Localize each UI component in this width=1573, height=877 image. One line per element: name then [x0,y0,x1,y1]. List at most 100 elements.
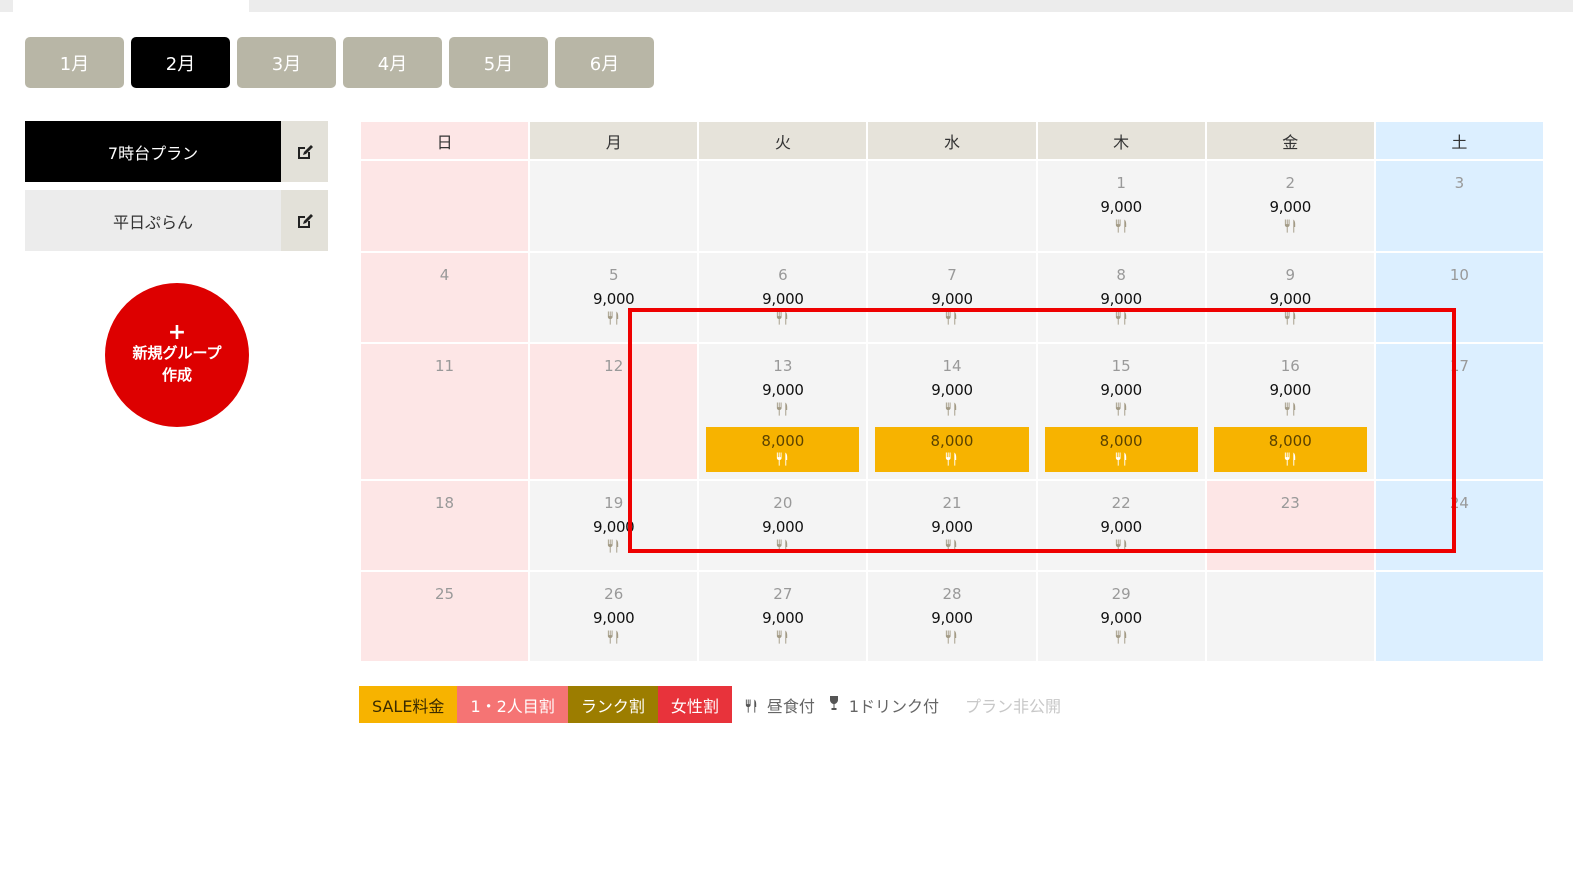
calendar-day-cell[interactable]: 23 [1206,481,1374,570]
weekday-fri: 金 [1206,122,1374,159]
legend: SALE料金 1・2人目割 ランク割 女性割 昼食付 1ドリンク付 プラン非公開 [359,686,1061,723]
sale-price-box[interactable]: 8,000 [706,427,860,472]
day-number [1376,585,1543,603]
day-price[interactable]: 9,000 [699,290,866,308]
calendar-day-cell[interactable]: 7 9,000 [868,253,1036,342]
month-tab-3[interactable]: 3月 [237,37,336,88]
calendar-day-cell[interactable]: 29 9,000 [1037,572,1205,661]
day-price[interactable]: 9,000 [1207,290,1374,308]
day-price[interactable]: 9,000 [1038,198,1205,216]
day-price[interactable]: 9,000 [1038,290,1205,308]
calendar-day-cell[interactable]: 13 9,000 8,000 [699,344,867,479]
wine-glass-icon [827,695,841,715]
calendar-day-cell[interactable]: 27 9,000 [699,572,867,661]
day-price[interactable]: 9,000 [868,381,1035,399]
calendar-day-cell [868,161,1036,251]
calendar-day-cell[interactable]: 11 [361,344,529,479]
month-tab-1[interactable]: 1月 [25,37,124,88]
day-price[interactable]: 9,000 [530,518,697,536]
new-group-button[interactable]: + 新規グループ 作成 [105,283,249,427]
calendar-day-cell[interactable]: 18 [361,481,529,570]
weekday-mon: 月 [530,122,698,159]
day-number: 23 [1280,494,1300,512]
sale-price-box[interactable]: 8,000 [1213,427,1367,472]
day-number: 1 [1116,174,1126,192]
fork-knife-icon [1114,450,1129,468]
fork-knife-icon [1207,308,1374,326]
day-price[interactable]: 9,000 [699,609,866,627]
day-number: 12 [604,357,624,375]
calendar-day-cell[interactable]: 21 9,000 [868,481,1036,570]
day-number [530,174,697,192]
day-price[interactable]: 9,000 [530,609,697,627]
month-tab-6[interactable]: 6月 [555,37,654,88]
calendar-day-cell[interactable]: 26 9,000 [530,572,698,661]
sale-price-box[interactable]: 8,000 [875,427,1029,472]
edit-button[interactable] [281,190,328,251]
calendar-day-cell[interactable]: 8 9,000 [1037,253,1205,342]
plan-name[interactable]: 7時台プラン [25,121,281,182]
day-price[interactable]: 9,000 [530,290,697,308]
calendar-week-row: 18 19 9,000 20 9,000 21 9,000 22 9,000 23 24 [361,481,1543,570]
calendar-day-cell[interactable]: 1 9,000 [1037,161,1205,251]
fork-knife-icon [1283,450,1298,468]
calendar-day-cell[interactable]: 19 9,000 [530,481,698,570]
day-number: 15 [1111,357,1131,375]
calendar-day-cell[interactable]: 24 [1375,481,1543,570]
month-tab-5[interactable]: 5月 [449,37,548,88]
day-number: 3 [1454,174,1465,192]
calendar-day-cell[interactable]: 16 9,000 8,000 [1206,344,1374,479]
calendar-day-cell[interactable]: 17 [1375,344,1543,479]
calendar-day-cell[interactable]: 12 [530,344,698,479]
calendar-week-row: 4 5 9,000 6 9,000 7 9,000 8 9,000 9 9,000 10 [361,253,1543,342]
calendar-day-cell[interactable]: 25 [361,572,529,661]
calendar-day-cell[interactable]: 5 9,000 [530,253,698,342]
day-price[interactable]: 9,000 [1038,518,1205,536]
calendar-day-cell [530,161,698,251]
month-tab-4[interactable]: 4月 [343,37,442,88]
day-price[interactable]: 9,000 [1207,381,1374,399]
day-number: 25 [435,585,455,603]
fork-knife-icon [1038,536,1205,554]
sale-price-box[interactable]: 8,000 [1044,427,1198,472]
month-tab-2[interactable]: 2月 [131,37,230,88]
legend-lunch: 昼食付 [744,693,815,717]
day-number: 5 [608,266,619,284]
plan-name[interactable]: 平日ぷらん [25,190,281,251]
day-price[interactable]: 9,000 [1207,198,1374,216]
calendar-day-cell[interactable]: 9 9,000 [1206,253,1374,342]
calendar-day-cell[interactable]: 3 [1375,161,1543,251]
sale-price: 8,000 [761,431,805,450]
weekday-sun: 日 [361,122,529,159]
calendar-week-row: 1 9,000 2 9,000 3 [361,161,1543,251]
edit-button[interactable] [281,121,328,182]
day-number: 11 [435,357,455,375]
fork-knife-icon [1207,399,1374,417]
day-price[interactable]: 9,000 [1038,381,1205,399]
day-price[interactable]: 9,000 [699,518,866,536]
day-price[interactable]: 9,000 [868,290,1035,308]
calendar-day-cell[interactable]: 4 [361,253,529,342]
calendar-day-cell[interactable]: 22 9,000 [1037,481,1205,570]
day-price[interactable]: 9,000 [868,609,1035,627]
day-price[interactable]: 9,000 [868,518,1035,536]
day-price[interactable]: 9,000 [1038,609,1205,627]
fork-knife-icon [530,308,697,326]
fork-knife-icon [744,695,759,714]
calendar-day-cell[interactable]: 10 [1375,253,1543,342]
day-price[interactable]: 9,000 [699,381,866,399]
fork-knife-icon [1038,308,1205,326]
calendar-day-cell[interactable]: 20 9,000 [699,481,867,570]
fork-knife-icon [530,627,697,645]
day-number: 4 [439,266,450,284]
calendar-day-cell [361,161,529,251]
day-number: 19 [604,494,624,512]
top-active-tab[interactable] [13,0,249,12]
calendar-day-cell[interactable]: 14 9,000 8,000 [868,344,1036,479]
calendar-day-cell[interactable]: 15 9,000 8,000 [1037,344,1205,479]
calendar-day-cell[interactable]: 28 9,000 [868,572,1036,661]
day-number: 22 [1111,494,1131,512]
calendar-day-cell[interactable]: 6 9,000 [699,253,867,342]
calendar-day-cell[interactable]: 2 9,000 [1206,161,1374,251]
calendar-day-cell [1206,572,1374,661]
